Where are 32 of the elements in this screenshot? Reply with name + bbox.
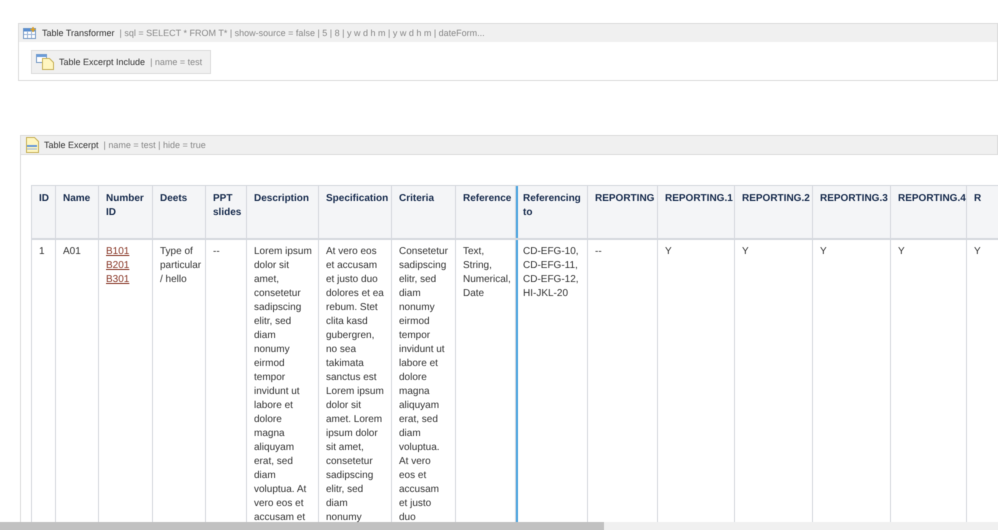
macro-title: Table Transformer bbox=[42, 28, 115, 38]
scrollbar-thumb[interactable] bbox=[0, 522, 604, 530]
column-header: REPORTING.2 bbox=[734, 186, 812, 239]
number-link[interactable]: B301 bbox=[106, 273, 130, 287]
macro-title: Table Excerpt bbox=[44, 140, 99, 150]
macro-parameters: | sql = SELECT * FROM T* | show-source = false | 5 | 8 | y w d h m | y w d h m | dateForm... bbox=[120, 28, 485, 38]
macro-title: Table Excerpt Include bbox=[59, 57, 146, 67]
column-header: REPORTING.4 bbox=[890, 186, 966, 239]
column-header: Number ID bbox=[98, 186, 152, 239]
number-link[interactable]: B101 bbox=[106, 245, 130, 259]
column-header: PPT slides bbox=[206, 186, 246, 239]
number-link[interactable]: B201 bbox=[106, 259, 130, 273]
column-header: Reference bbox=[456, 186, 516, 239]
column-header: REPORTING bbox=[588, 186, 658, 239]
column-header: Name bbox=[56, 186, 98, 239]
table-cell: CD-EFG-10, CD-EFG-11, CD-EFG-12, HI-JKL-20 bbox=[516, 239, 588, 522]
table-cell: 1 bbox=[32, 239, 56, 522]
document-icon bbox=[25, 137, 39, 153]
column-header: Specification bbox=[318, 186, 392, 239]
column-header: Referencing to bbox=[516, 186, 588, 239]
column-header: Deets bbox=[152, 186, 206, 239]
column-header: Criteria bbox=[392, 186, 456, 239]
column-header: ID bbox=[32, 186, 56, 239]
column-header: Description bbox=[246, 186, 318, 239]
column-header: R bbox=[966, 186, 998, 239]
macro-parameters: | name = test bbox=[150, 57, 202, 67]
include-icon bbox=[36, 54, 54, 70]
table-icon bbox=[23, 27, 37, 39]
column-header: REPORTING.3 bbox=[812, 186, 890, 239]
column-header: REPORTING.1 bbox=[658, 186, 734, 239]
macro-placeholder[interactable]: Table Excerpt Include | name = test bbox=[31, 50, 212, 74]
macro-parameters: | name = test | hide = true bbox=[104, 140, 206, 150]
